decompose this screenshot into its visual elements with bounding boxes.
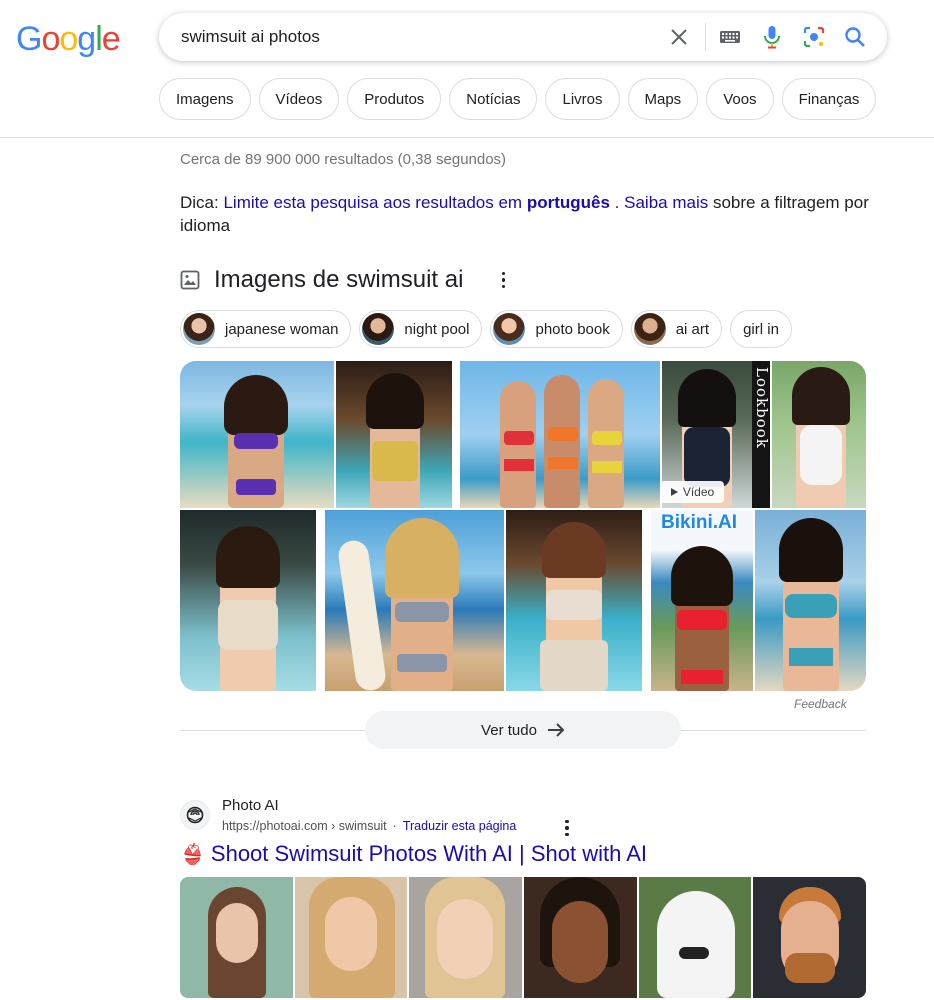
chip-news[interactable]: Notícias <box>449 78 538 120</box>
refine-chip-japanese-woman[interactable]: japanese woman <box>180 310 352 348</box>
refine-label: japanese woman <box>225 320 339 338</box>
result-thumbnail[interactable] <box>753 877 866 998</box>
site-favicon[interactable] <box>180 800 210 830</box>
see-all-label: Ver tudo <box>481 721 537 739</box>
limit-language-link[interactable]: Limite esta pesquisa aos resultados em <box>223 193 522 212</box>
image-result[interactable] <box>506 510 642 691</box>
image-result[interactable] <box>180 361 334 508</box>
close-icon[interactable] <box>667 25 691 49</box>
feedback-link[interactable]: Feedback <box>794 697 847 711</box>
refine-label: girl in <box>743 320 779 338</box>
result-thumbnail[interactable] <box>638 877 752 998</box>
arrow-right-icon <box>547 723 565 737</box>
play-icon <box>670 488 678 496</box>
chip-flights[interactable]: Voos <box>706 78 774 120</box>
image-result[interactable] <box>755 510 866 691</box>
bikini-emoji-icon: 👙 <box>180 843 205 866</box>
refine-thumbnail <box>183 313 215 345</box>
logo-letter: e <box>101 20 121 58</box>
logo-letter: o <box>59 20 78 58</box>
image-icon <box>180 270 200 290</box>
logo-letter: G <box>16 20 42 58</box>
language-link[interactable]: português <box>527 193 610 212</box>
refine-chip-photo-book[interactable]: photo book <box>490 310 623 348</box>
logo-letter: o <box>41 20 60 58</box>
lens-icon[interactable] <box>802 25 826 49</box>
url-separator: · <box>392 819 397 833</box>
site-name[interactable]: Photo AI <box>222 797 279 814</box>
refine-thumbnail <box>362 313 395 345</box>
logo-letter: g <box>77 20 96 58</box>
image-gallery: AI Girls Lookbook Bikini.AI <box>180 361 866 691</box>
more-options-icon[interactable] <box>493 268 513 292</box>
image-result[interactable] <box>772 361 866 508</box>
search-icon[interactable] <box>843 25 867 49</box>
search-box[interactable]: swimsuit ai photos <box>159 13 887 61</box>
bikini-ai-brand: Bikini.AI <box>661 512 738 533</box>
tip-prefix: Dica: <box>180 193 219 212</box>
language-tip: Dica: Limite esta pesquisa aos resultado… <box>180 191 880 237</box>
google-logo[interactable]: Google <box>16 20 121 59</box>
result-stats: Cerca de 89 900 000 resultados (0,38 seg… <box>180 151 507 168</box>
search-divider <box>705 23 706 51</box>
images-section-header: Imagens de swimsuit ai <box>180 266 513 294</box>
result-thumbnail[interactable] <box>409 877 523 998</box>
translate-page-link[interactable]: Traduzir esta página <box>403 819 517 833</box>
image-result[interactable] <box>336 361 452 508</box>
result-image-strip <box>180 877 866 998</box>
chip-books[interactable]: Livros <box>545 78 620 120</box>
video-badge: Vídeo <box>660 481 724 503</box>
refine-label: night pool <box>404 320 470 338</box>
result-title-link[interactable]: 👙 Shoot Swimsuit Photos With AI | Shot w… <box>180 841 647 867</box>
refine-chip-girl-in[interactable]: girl in <box>730 310 792 348</box>
learn-more-link[interactable]: Saiba mais <box>624 193 708 212</box>
images-section-title[interactable]: Imagens de swimsuit ai <box>214 266 463 294</box>
refine-chip-ai-art[interactable]: ai art <box>630 310 723 348</box>
photoai-logo-icon <box>186 806 204 824</box>
image-refinement-chips: japanese woman night pool photo book ai … <box>180 310 792 348</box>
refine-thumbnail <box>493 313 526 345</box>
image-result[interactable] <box>325 510 504 691</box>
chip-images[interactable]: Imagens <box>159 78 251 120</box>
result-thumbnail[interactable] <box>524 877 637 998</box>
search-input[interactable]: swimsuit ai photos <box>181 27 320 47</box>
result-options-icon[interactable] <box>557 816 577 840</box>
refine-chip-night-pool[interactable]: night pool <box>359 310 483 348</box>
site-url[interactable]: https://photoai.com › swimsuit <box>222 819 387 833</box>
chip-maps[interactable]: Maps <box>627 78 699 120</box>
chip-products[interactable]: Produtos <box>347 78 442 120</box>
image-result[interactable]: Bikini.AI <box>651 510 753 691</box>
refine-label: ai art <box>675 320 710 338</box>
image-result[interactable] <box>180 510 316 691</box>
video-badge-label: Vídeo <box>682 485 715 499</box>
image-result[interactable] <box>460 361 660 508</box>
result-thumbnail[interactable] <box>180 877 293 998</box>
image-result[interactable]: AI Girls Lookbook <box>752 361 770 508</box>
keyboard-icon[interactable] <box>718 25 742 49</box>
header-divider <box>0 137 934 138</box>
chip-videos[interactable]: Vídeos <box>258 78 340 120</box>
tip-dot: . <box>614 193 620 212</box>
see-all-button[interactable]: Ver tudo <box>365 711 681 749</box>
result-thumbnail[interactable] <box>294 877 408 998</box>
search-category-chips: Imagens Vídeos Produtos Notícias Livros … <box>159 78 877 120</box>
chip-finance[interactable]: Finanças <box>781 78 877 120</box>
refine-thumbnail <box>633 313 666 345</box>
site-url-row: https://photoai.com › swimsuit · Traduzi… <box>222 819 516 833</box>
result-title: Shoot Swimsuit Photos With AI | Shot wit… <box>210 841 648 866</box>
refine-label: photo book <box>535 320 610 338</box>
mic-icon[interactable] <box>760 25 784 49</box>
lookbook-caption: AI Girls Lookbook <box>753 367 770 449</box>
